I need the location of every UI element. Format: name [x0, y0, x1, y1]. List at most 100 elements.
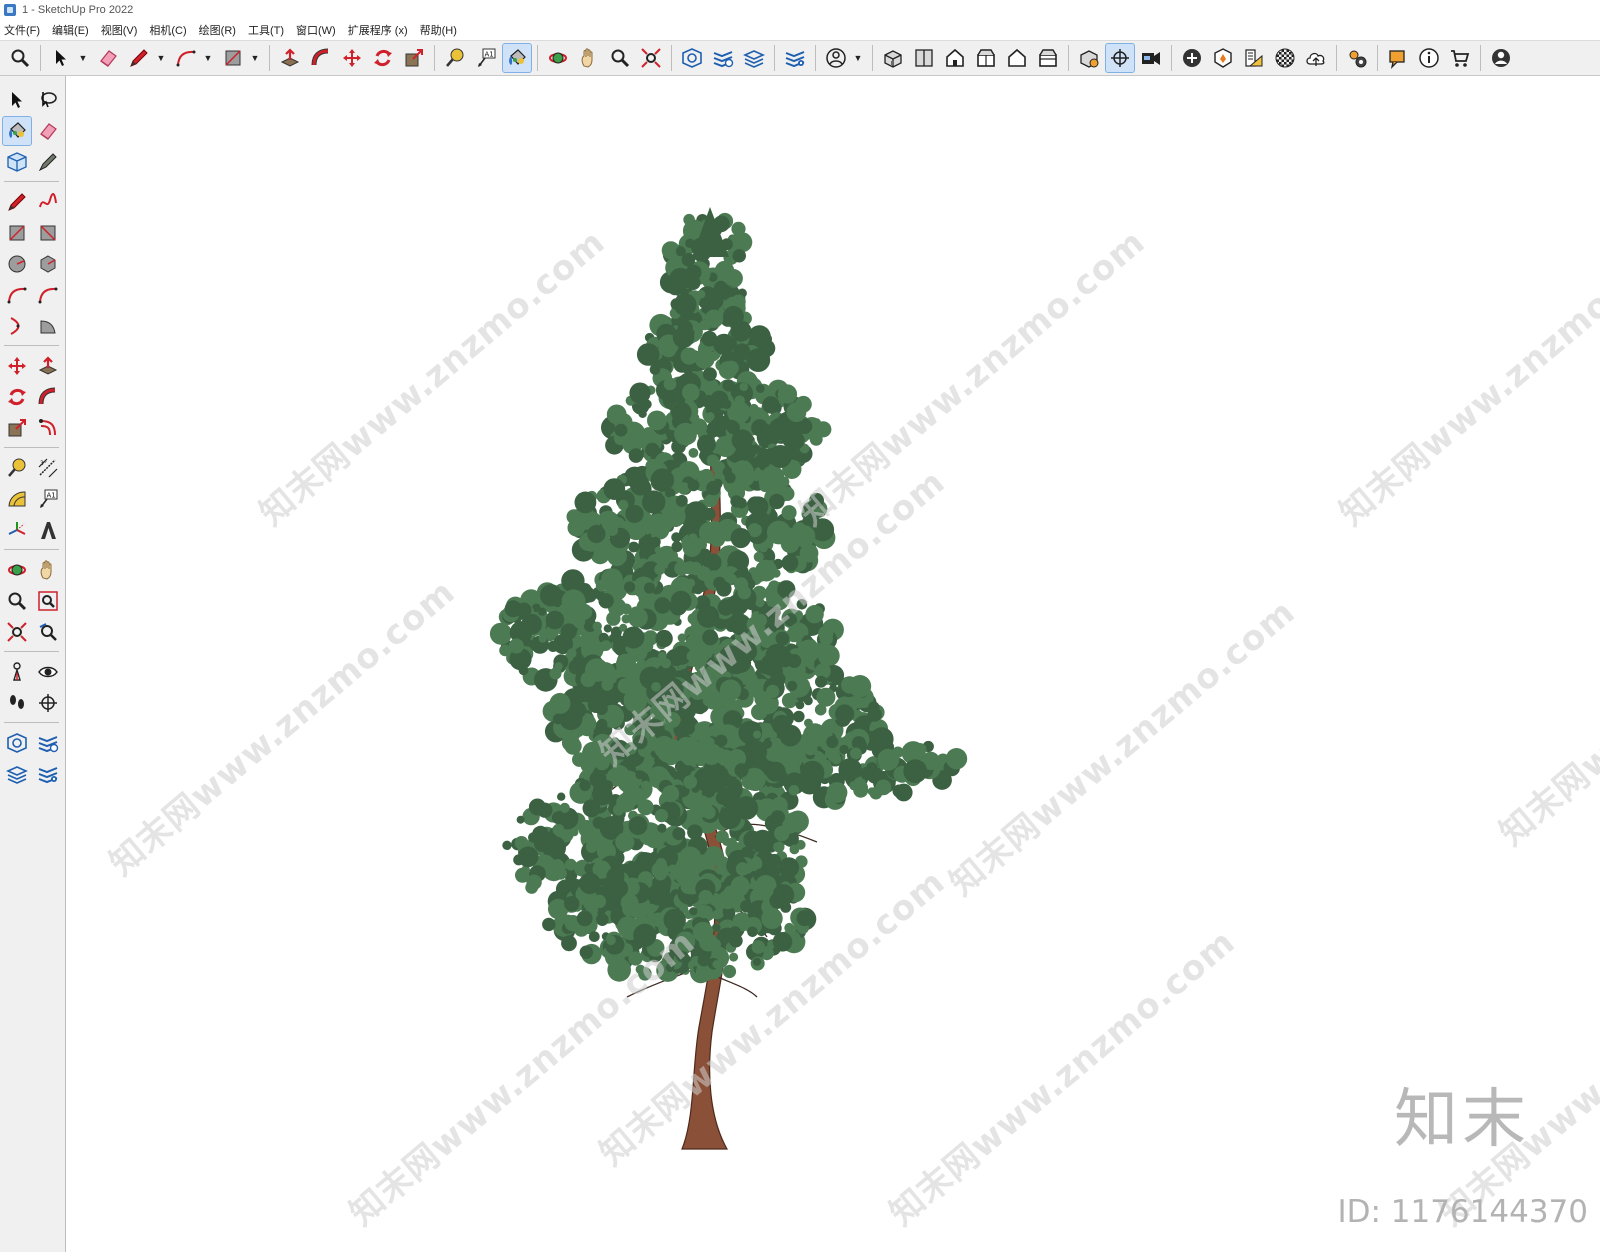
zoom-extents-icon[interactable]	[637, 44, 665, 72]
settings-icon[interactable]	[1343, 44, 1371, 72]
rotate-icon[interactable]	[369, 44, 397, 72]
dropdown-arrow-icon[interactable]: ▼	[78, 44, 88, 72]
move-icon[interactable]	[3, 352, 31, 380]
solid-tools-icon[interactable]	[1075, 44, 1103, 72]
orbit-icon[interactable]	[544, 44, 572, 72]
drawing-canvas[interactable]: 知末网www.znzmo.com 知末网www.znzmo.com 知末网www.z…	[67, 77, 1600, 1252]
paint-bucket-icon[interactable]	[2, 115, 32, 146]
shadow-icon[interactable]	[1271, 44, 1299, 72]
tape-measure-icon[interactable]	[441, 44, 469, 72]
dropdown-arrow-icon[interactable]: ▼	[203, 44, 213, 72]
3d-text-icon[interactable]	[34, 516, 62, 544]
dropdown-arrow-icon[interactable]: ▼	[853, 44, 863, 72]
menu-file[interactable]: 文件(F)	[4, 22, 40, 38]
account-icon[interactable]	[822, 44, 850, 72]
follow-me-icon[interactable]	[34, 383, 62, 411]
menu-view[interactable]: 视图(V)	[101, 22, 138, 38]
extension-manager-icon[interactable]	[34, 760, 62, 788]
offset-icon[interactable]	[34, 414, 62, 442]
text-label-icon[interactable]: A1	[34, 485, 62, 513]
menu-tools[interactable]: 工具(T)	[248, 22, 284, 38]
pencil-icon[interactable]	[3, 188, 31, 216]
dimension-icon[interactable]: 3°	[34, 454, 62, 482]
zoom-icon[interactable]	[6, 44, 34, 72]
scenes-icon[interactable]	[1137, 44, 1165, 72]
pan-icon[interactable]	[34, 556, 62, 584]
cart-icon[interactable]	[1446, 44, 1474, 72]
paint-bucket-icon[interactable]	[502, 43, 532, 73]
select-arrow-icon[interactable]	[47, 44, 75, 72]
position-camera-icon[interactable]	[3, 658, 31, 686]
menu-help[interactable]: 帮助(H)	[420, 22, 457, 38]
zoom-tool-icon[interactable]	[606, 44, 634, 72]
cloud-icon[interactable]	[1302, 44, 1330, 72]
back-view-icon[interactable]	[1003, 44, 1031, 72]
comment-icon[interactable]	[1384, 44, 1412, 72]
extension-manager-icon[interactable]	[781, 44, 809, 72]
dropdown-arrow-icon[interactable]: ▼	[250, 44, 260, 72]
zoom-extents-icon[interactable]	[3, 618, 31, 646]
menu-extensions[interactable]: 扩展程序 (x)	[348, 22, 408, 38]
zoom-tool-icon[interactable]	[3, 587, 31, 615]
zoom-window-icon[interactable]	[34, 587, 62, 615]
text-label-icon[interactable]: A1	[472, 44, 500, 72]
arc-icon[interactable]	[172, 44, 200, 72]
pie-icon[interactable]	[34, 312, 62, 340]
eraser-icon[interactable]	[34, 117, 62, 145]
add-location-icon[interactable]	[1178, 44, 1206, 72]
move-icon[interactable]	[338, 44, 366, 72]
tag-tool-icon[interactable]	[34, 148, 62, 176]
follow-me-icon[interactable]	[307, 44, 335, 72]
layout-icon[interactable]	[3, 760, 31, 788]
extension-warehouse-icon[interactable]	[34, 729, 62, 757]
top-view-icon[interactable]	[910, 44, 938, 72]
axes-icon[interactable]	[3, 516, 31, 544]
rectangle-icon[interactable]	[219, 44, 247, 72]
layout-icon[interactable]	[740, 44, 768, 72]
styles-icon[interactable]	[1240, 44, 1268, 72]
walk-icon[interactable]	[3, 689, 31, 717]
section-plane-icon[interactable]	[34, 689, 62, 717]
extension-warehouse-icon[interactable]	[709, 44, 737, 72]
select-arrow-icon[interactable]	[3, 86, 31, 114]
dropdown-arrow-icon[interactable]: ▼	[156, 44, 166, 72]
arc-icon[interactable]	[3, 281, 31, 309]
right-view-icon[interactable]	[972, 44, 1000, 72]
rotated-rectangle-icon[interactable]	[34, 219, 62, 247]
rotate-icon[interactable]	[3, 383, 31, 411]
polygon-icon[interactable]	[34, 250, 62, 278]
eraser-icon[interactable]	[94, 44, 122, 72]
make-component-icon[interactable]	[3, 148, 31, 176]
front-view-icon[interactable]	[941, 44, 969, 72]
orbit-icon[interactable]	[3, 556, 31, 584]
section-plane-icon[interactable]	[1105, 43, 1135, 73]
two-point-arc-icon[interactable]	[34, 281, 62, 309]
warehouse-icon[interactable]	[3, 729, 31, 757]
menu-draw[interactable]: 绘图(R)	[199, 22, 236, 38]
pine-tree-model[interactable]	[67, 77, 1600, 1252]
left-view-icon[interactable]	[1034, 44, 1062, 72]
sandbox-icon[interactable]	[1209, 44, 1237, 72]
push-pull-icon[interactable]	[34, 352, 62, 380]
scale-icon[interactable]	[3, 414, 31, 442]
freehand-icon[interactable]	[34, 188, 62, 216]
circle-icon[interactable]	[3, 250, 31, 278]
lasso-select-icon[interactable]	[34, 86, 62, 114]
rectangle-icon[interactable]	[3, 219, 31, 247]
menu-camera[interactable]: 相机(C)	[149, 22, 186, 38]
pencil-icon[interactable]	[125, 44, 153, 72]
tape-measure-icon[interactable]	[3, 454, 31, 482]
look-around-icon[interactable]	[34, 658, 62, 686]
warehouse-icon[interactable]	[678, 44, 706, 72]
protractor-icon[interactable]	[3, 485, 31, 513]
scale-icon[interactable]	[400, 44, 428, 72]
menu-window[interactable]: 窗口(W)	[296, 22, 336, 38]
push-pull-icon[interactable]	[276, 44, 304, 72]
pan-icon[interactable]	[575, 44, 603, 72]
three-point-arc-icon[interactable]	[3, 312, 31, 340]
iso-view-icon[interactable]	[879, 44, 907, 72]
info-icon[interactable]	[1415, 44, 1443, 72]
profile-icon[interactable]	[1487, 44, 1515, 72]
previous-view-icon[interactable]	[34, 618, 62, 646]
menu-edit[interactable]: 编辑(E)	[52, 22, 89, 38]
